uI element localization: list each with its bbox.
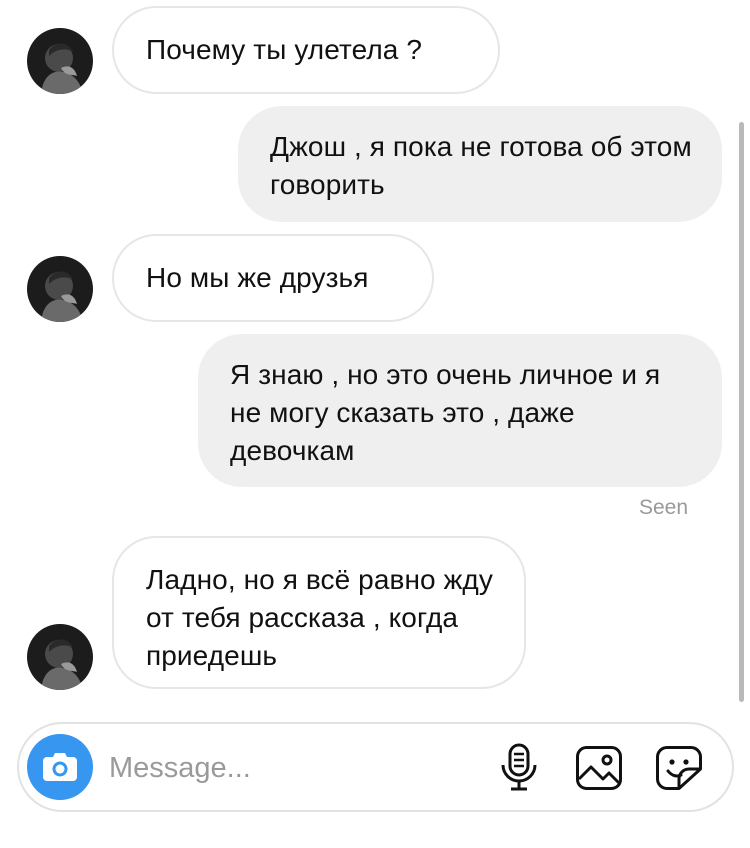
contact-avatar[interactable] <box>27 256 93 322</box>
camera-button[interactable] <box>27 734 93 800</box>
message-text: Почему ты улетела ? <box>146 34 422 65</box>
message-text: Джош , я пока не готова об этом говорить <box>270 131 692 200</box>
message-text: Ладно, но я всё равно жду от тебя расска… <box>146 564 493 671</box>
message-bubble-incoming[interactable]: Но мы же друзья <box>112 234 434 322</box>
camera-icon <box>43 753 77 781</box>
message-composer <box>17 722 734 812</box>
microphone-icon <box>501 743 537 791</box>
message-bubble-outgoing[interactable]: Я знаю , но это очень личное и я не могу… <box>198 334 722 487</box>
message-text: Но мы же друзья <box>146 262 369 293</box>
gallery-button[interactable] <box>575 745 623 796</box>
message-bubble-incoming[interactable]: Ладно, но я всё равно жду от тебя расска… <box>112 536 526 689</box>
sticker-button[interactable] <box>655 745 703 796</box>
message-bubble-incoming[interactable]: Почему ты улетела ? <box>112 6 500 94</box>
scrollbar[interactable] <box>739 122 744 702</box>
voice-message-button[interactable] <box>497 743 541 798</box>
sticker-icon <box>656 746 702 790</box>
contact-avatar[interactable] <box>27 28 93 94</box>
message-input[interactable] <box>109 748 469 788</box>
message-text: Я знаю , но это очень личное и я не могу… <box>230 359 661 466</box>
contact-avatar[interactable] <box>27 624 93 690</box>
gallery-icon <box>576 746 622 790</box>
seen-status: Seen <box>638 496 688 519</box>
message-bubble-outgoing[interactable]: Джош , я пока не готова об этом говорить <box>238 106 722 222</box>
